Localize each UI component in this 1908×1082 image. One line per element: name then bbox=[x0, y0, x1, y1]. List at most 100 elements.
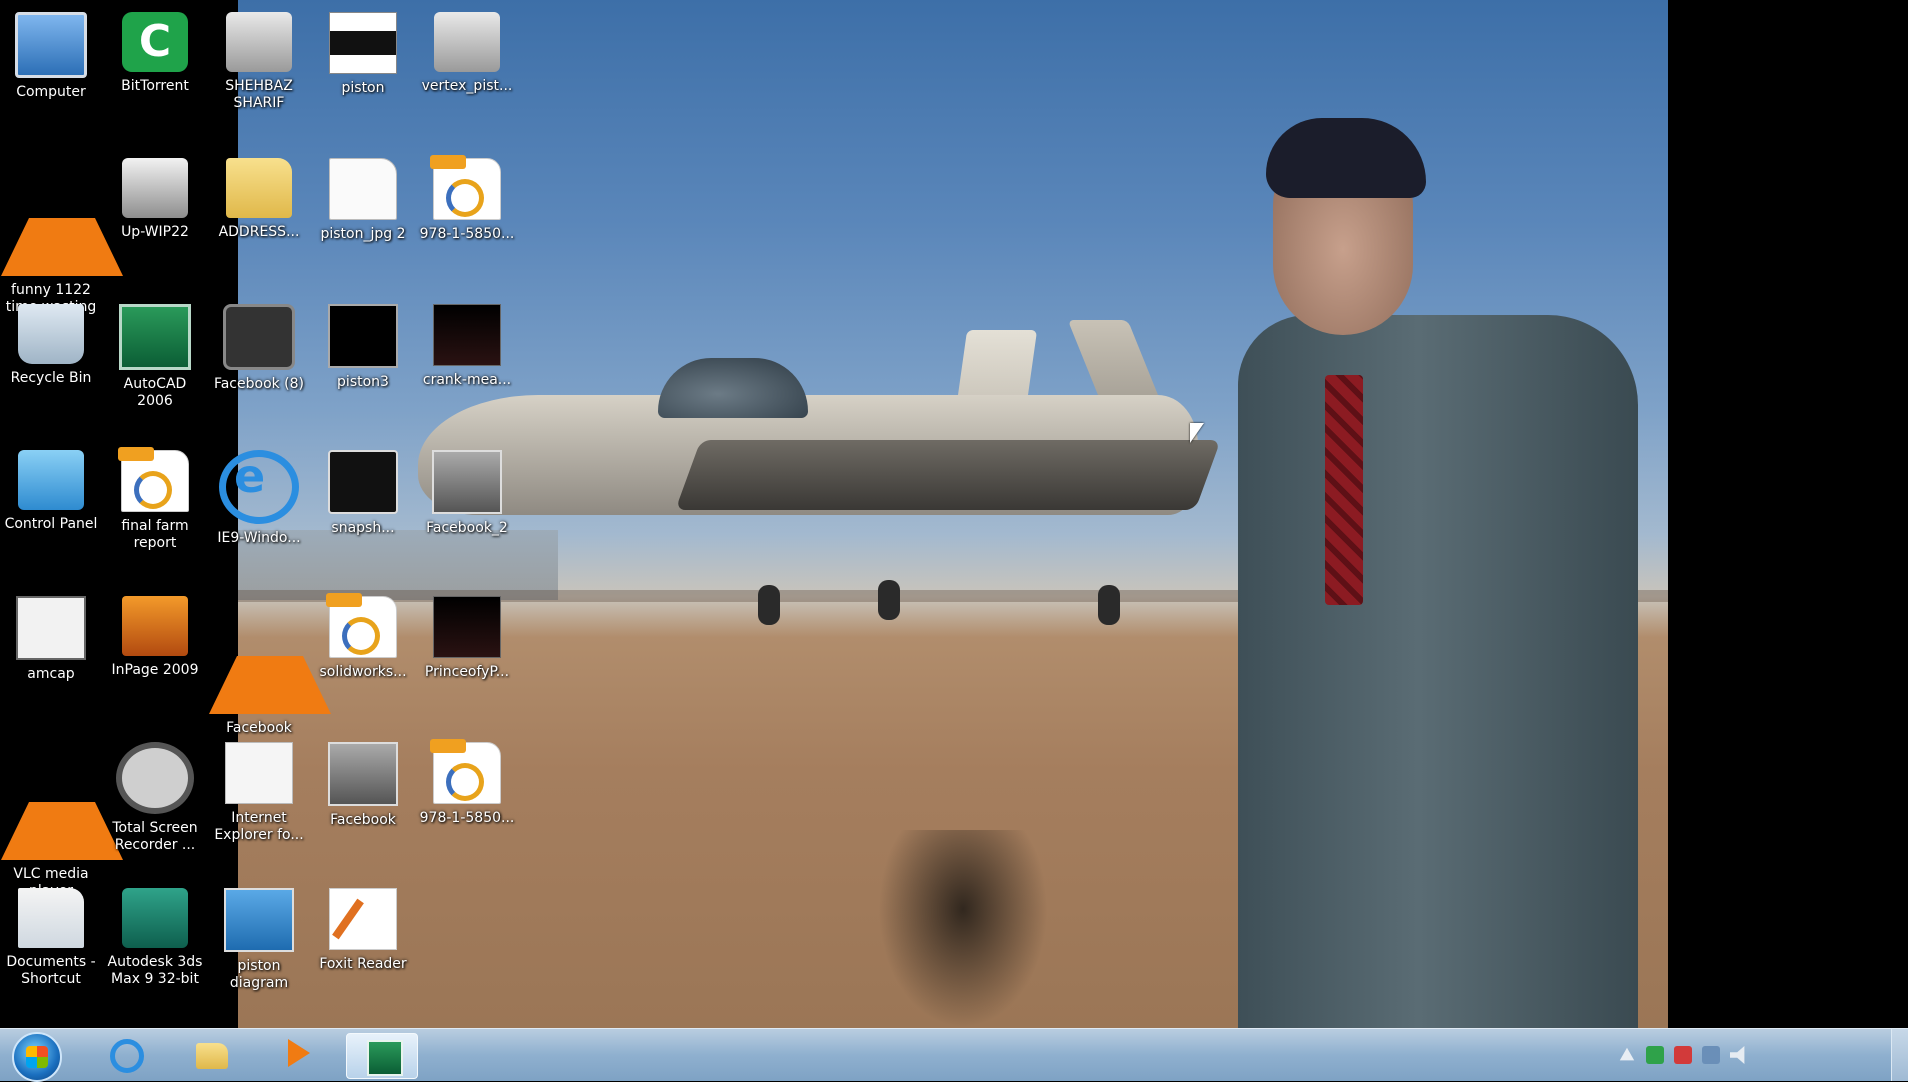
desktop-icon[interactable]: Facebook bbox=[313, 732, 413, 829]
desktop-icon-label: Control Panel bbox=[4, 516, 98, 532]
desktop-icon-label: IE9-Windo... bbox=[217, 530, 301, 546]
desktop-icon[interactable]: IE9-Windo... bbox=[209, 440, 309, 547]
desktop-icon[interactable]: Facebook (8) bbox=[209, 294, 309, 393]
desktop-icon[interactable]: Facebook_2 bbox=[417, 440, 517, 537]
facebook-dl-icon bbox=[223, 304, 295, 370]
desktop-icon[interactable]: VLC media player bbox=[1, 732, 123, 900]
desktop-icon[interactable]: 978-1-5850... bbox=[417, 732, 517, 827]
desktop-icon[interactable]: piston bbox=[313, 2, 413, 97]
desktop-icon-label: ADDRESS... bbox=[218, 224, 300, 240]
monitor-icon bbox=[15, 12, 87, 78]
desktop-icon-label: InPage 2009 bbox=[111, 662, 199, 678]
wallpaper-jet-wing bbox=[675, 440, 1221, 510]
taskbar-button-internet-explorer[interactable] bbox=[90, 1033, 160, 1077]
thumb-icon bbox=[432, 450, 502, 514]
doc-icon bbox=[18, 888, 84, 948]
desktop-icon-label: amcap bbox=[27, 666, 75, 682]
desktop-icon[interactable]: amcap bbox=[1, 586, 101, 683]
desktop-icon[interactable]: Foxit Reader bbox=[313, 878, 413, 973]
desktop-icon-label: Foxit Reader bbox=[319, 956, 407, 972]
ie2-icon bbox=[225, 742, 293, 804]
desktop-icon-label: solidworks... bbox=[319, 664, 407, 680]
desktop-icon[interactable]: piston diagram bbox=[209, 878, 309, 992]
desktop-icon-label: Up-WIP22 bbox=[121, 224, 189, 240]
desktop-icon-label: Documents - Shortcut bbox=[6, 954, 96, 987]
desktop-icon[interactable]: final farm report bbox=[105, 440, 205, 552]
desktop-icon[interactable]: vertex_pist... bbox=[417, 2, 517, 95]
speaker-icon[interactable] bbox=[1730, 1046, 1745, 1064]
show-desktop-button[interactable] bbox=[1891, 1029, 1908, 1081]
start-button[interactable] bbox=[12, 1032, 62, 1082]
ie-icon bbox=[110, 1039, 144, 1073]
taskbar-button-media-player[interactable] bbox=[262, 1033, 332, 1077]
desktop-icon-label: Recycle Bin bbox=[10, 370, 92, 386]
cam-icon bbox=[328, 450, 398, 514]
taskbar-button-autocad[interactable] bbox=[346, 1033, 418, 1079]
pdf-icon bbox=[118, 447, 189, 512]
desktop-icon[interactable]: C BitTorrent bbox=[105, 2, 205, 95]
desktop-icon[interactable]: InPage 2009 bbox=[105, 586, 205, 679]
torrent-icon: C bbox=[122, 12, 188, 72]
desktop-icon[interactable]: Internet Explorer fo... bbox=[209, 732, 309, 844]
wallpaper-jet-gear bbox=[878, 580, 900, 620]
desktop-icon-label: Computer bbox=[16, 84, 86, 100]
desktop-icon[interactable]: Up-WIP22 bbox=[105, 148, 205, 241]
desktop-icon-label: piston_jpg 2 bbox=[320, 226, 406, 242]
wallpaper-person-body bbox=[1238, 315, 1638, 1028]
inpage-icon bbox=[122, 596, 188, 656]
desktop-icon[interactable]: Total Screen Recorder ... bbox=[105, 732, 205, 854]
desktop-icon[interactable]: PrinceofyP... bbox=[417, 586, 517, 681]
taskbar-button-windows-explorer[interactable] bbox=[176, 1033, 246, 1077]
taskbar bbox=[0, 1028, 1908, 1082]
display-icon[interactable] bbox=[1702, 1046, 1720, 1064]
desktop-icon-label: snapsh... bbox=[331, 520, 395, 536]
desktop-icon[interactable]: snapsh... bbox=[313, 440, 413, 537]
desktop-icon[interactable]: Autodesk 3ds Max 9 32-bit bbox=[105, 878, 205, 988]
desktop-icon[interactable]: crank-mea... bbox=[417, 294, 517, 389]
desktop-icon[interactable]: Control Panel bbox=[1, 440, 101, 533]
flag-icon[interactable] bbox=[1674, 1046, 1692, 1064]
desktop-icon-label: BitTorrent bbox=[121, 78, 189, 94]
desktop-icon[interactable]: 978-1-5850... bbox=[417, 148, 517, 243]
wallpaper-person-tie bbox=[1325, 375, 1363, 605]
ctrl-icon bbox=[18, 450, 84, 510]
desktop[interactable]: Computer C BitTorrent SHEHBAZ SHARIF piston v… bbox=[0, 0, 1908, 1028]
dark-icon bbox=[433, 304, 501, 366]
desktop-icon[interactable]: AutoCAD 2006 bbox=[105, 294, 205, 410]
wallpaper-shadow bbox=[878, 830, 1048, 1028]
system-tray bbox=[1618, 1039, 1748, 1071]
desktop-icon[interactable]: piston_jpg 2 bbox=[313, 148, 413, 243]
pdf-icon bbox=[326, 593, 397, 658]
piston-icon bbox=[329, 12, 397, 74]
autocad-icon bbox=[367, 1040, 403, 1076]
dark-icon bbox=[433, 596, 501, 658]
desktop-icon-label: Autodesk 3ds Max 9 32-bit bbox=[107, 954, 203, 987]
media-play-icon bbox=[288, 1039, 310, 1067]
desktop-icon-label: PrinceofyP... bbox=[424, 664, 510, 680]
3ds-icon bbox=[122, 888, 188, 948]
desktop-icon[interactable]: Recycle Bin bbox=[1, 294, 101, 387]
desktop-icon[interactable]: ADDRESS... bbox=[209, 148, 309, 241]
desktop-icon-label: piston3 bbox=[337, 374, 389, 390]
hand-icon bbox=[122, 158, 188, 218]
desktop-icon-label: Internet Explorer fo... bbox=[214, 810, 304, 843]
cmd-icon bbox=[16, 596, 86, 660]
desktop-icon-label: 978-1-5850... bbox=[419, 810, 515, 826]
arrow-up-icon[interactable] bbox=[1619, 1047, 1635, 1061]
wallpaper-jet-gear bbox=[758, 585, 780, 625]
desktop-icon[interactable]: funny 1122 time wasting bbox=[1, 148, 123, 316]
desktop-icon-label: AutoCAD 2006 bbox=[123, 376, 187, 409]
desktop-icon-label: crank-mea... bbox=[422, 372, 512, 388]
desktop-icon[interactable]: SHEHBAZ SHARIF bbox=[209, 2, 309, 112]
screen-black-margin bbox=[1668, 0, 1908, 1028]
folder-icon bbox=[226, 158, 292, 218]
bin-icon bbox=[18, 304, 84, 364]
desktop-icon[interactable]: Documents - Shortcut bbox=[1, 878, 101, 988]
desktop-icon[interactable]: piston3 bbox=[313, 294, 413, 391]
desktop-icon-label: Total Screen Recorder ... bbox=[112, 820, 198, 853]
desktop-icon[interactable]: Computer bbox=[1, 2, 101, 101]
diagram-icon bbox=[224, 888, 294, 952]
network-icon[interactable] bbox=[1646, 1046, 1664, 1064]
desktop-icon[interactable]: Facebook bbox=[209, 586, 331, 737]
desktop-icon[interactable]: solidworks... bbox=[313, 586, 413, 681]
